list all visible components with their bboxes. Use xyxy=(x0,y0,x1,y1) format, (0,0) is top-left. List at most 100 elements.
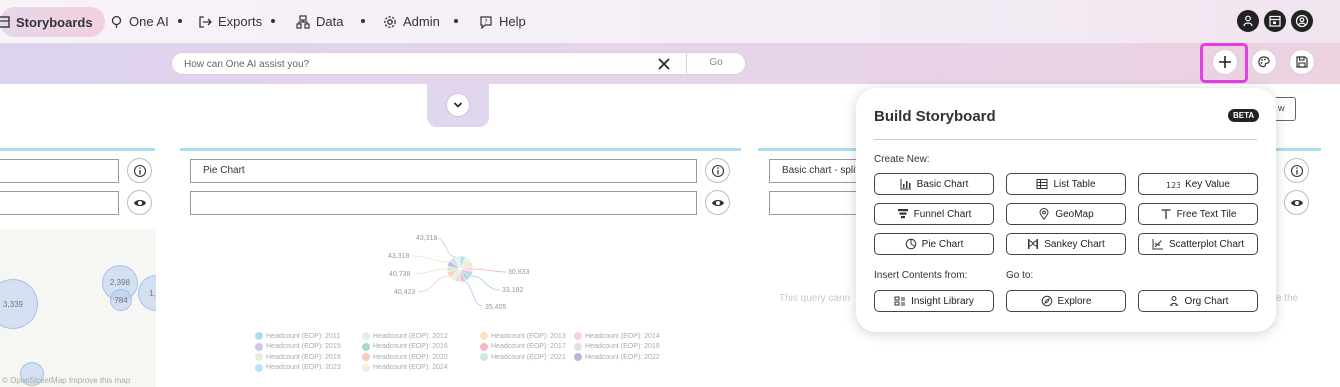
tile-visibility-button[interactable] xyxy=(127,190,152,215)
pie-chart[interactable]: 43,318 43,318 40,738 40,423 35,405 33,18… xyxy=(180,226,740,387)
legend-label: Headcount (EOP): 2016 xyxy=(373,343,448,350)
nav-one-ai-label: One AI xyxy=(129,14,169,29)
nav-one-ai[interactable]: One AI xyxy=(110,0,169,43)
eye-icon xyxy=(133,196,147,210)
legend-swatch xyxy=(574,342,582,351)
geomap[interactable]: 3,339 2,398 784 1, © OpenStreetMap Impro… xyxy=(0,229,156,387)
org-user-button[interactable] xyxy=(1237,10,1259,32)
close-icon[interactable] xyxy=(656,56,672,72)
legend-label: Headcount (EOP): 2015 xyxy=(266,343,341,350)
map-bubble[interactable]: 3,339 xyxy=(0,279,38,329)
tile-info-button[interactable] xyxy=(705,158,730,183)
legend-item[interactable]: Headcount (EOP): 2024 xyxy=(362,363,448,372)
pie-chart-graphic[interactable] xyxy=(180,226,740,326)
legend-label: Headcount (EOP): 2017 xyxy=(491,343,566,350)
tile-subtitle-field[interactable] xyxy=(0,191,119,215)
geomap-button[interactable]: GeoMap xyxy=(1006,203,1126,225)
pie-leader-line xyxy=(462,280,483,307)
legend-item[interactable]: Headcount (EOP): 2012 xyxy=(362,332,448,340)
legend-item[interactable]: Headcount (EOP): 2021 xyxy=(480,353,566,361)
tile-visibility-button[interactable] xyxy=(1284,190,1309,215)
nav-help[interactable]: ? Help xyxy=(479,0,526,43)
legend-swatch xyxy=(574,353,582,361)
tile-accent-bar xyxy=(0,148,155,151)
pie-chart-label: Pie Chart xyxy=(921,238,964,250)
user-profile-button[interactable] xyxy=(1291,10,1313,32)
tile-subtitle-field[interactable] xyxy=(190,191,697,215)
nav-admin[interactable]: Admin xyxy=(383,0,440,43)
one-ai-search-input[interactable] xyxy=(184,56,654,72)
map-bubble[interactable]: 1, xyxy=(138,275,156,311)
funnel-chart-button[interactable]: Funnel Chart xyxy=(874,203,994,225)
sankey-chart-label: Sankey Chart xyxy=(1044,238,1105,250)
nav-exports-label: Exports xyxy=(218,14,263,29)
tile-title-field[interactable]: Pie Chart xyxy=(190,159,697,183)
calendar-button[interactable] xyxy=(1264,10,1286,32)
legend-swatch xyxy=(255,332,263,340)
free-text-tile-button[interactable]: Free Text Tile xyxy=(1138,203,1258,225)
text-icon xyxy=(1160,208,1172,220)
nav-help-label: Help xyxy=(499,14,526,29)
view-button[interactable]: w xyxy=(1276,97,1296,121)
legend-item[interactable]: Headcount (EOP): 2011 xyxy=(255,332,340,340)
legend-item[interactable]: Headcount (EOP): 2019 xyxy=(255,353,341,361)
scatterplot-chart-label: Scatterplot Chart xyxy=(1168,238,1245,250)
nav-exports[interactable]: Exports xyxy=(198,0,262,43)
legend-item[interactable]: Headcount (EOP): 2014 xyxy=(574,332,660,340)
map-bubble-label: 3,339 xyxy=(2,299,24,309)
map-bubble[interactable]: 784 xyxy=(110,289,132,311)
insight-library-button[interactable]: Insight Library xyxy=(874,290,994,312)
theme-button[interactable] xyxy=(1251,49,1277,75)
legend-item[interactable]: Headcount (EOP): 2017 xyxy=(480,342,566,351)
scatterplot-chart-button[interactable]: Scatterplot Chart xyxy=(1138,233,1258,255)
legend-item[interactable]: Headcount (EOP): 2022 xyxy=(574,353,660,361)
nav-data[interactable]: Data xyxy=(296,0,343,43)
pie-chart-button[interactable]: Pie Chart xyxy=(874,233,994,255)
eye-icon xyxy=(1290,196,1304,210)
key-value-button[interactable]: 123 Key Value xyxy=(1138,173,1258,195)
query-message-continued: e the xyxy=(1276,293,1299,304)
pie-leader-line xyxy=(411,255,451,263)
basic-chart-label: Basic Chart xyxy=(916,178,969,190)
list-table-button[interactable]: List Table xyxy=(1006,173,1126,195)
nav-storyboards[interactable]: Storyboards xyxy=(0,7,105,37)
info-icon xyxy=(711,164,725,178)
save-button[interactable] xyxy=(1289,49,1315,75)
collapse-toggle-button[interactable] xyxy=(446,93,470,117)
tile-info-button[interactable] xyxy=(127,158,152,183)
pie-chart-icon xyxy=(905,238,917,250)
key-value-icon: 123 xyxy=(1166,178,1180,190)
map-bubble-label: 1, xyxy=(149,288,156,298)
tile-visibility-button[interactable] xyxy=(705,190,730,215)
pie-data-label: 43,318 xyxy=(416,235,438,242)
explore-label: Explore xyxy=(1057,295,1092,307)
legend-item[interactable]: Headcount (EOP): 2023 xyxy=(255,363,341,372)
nav-data-label: Data xyxy=(316,14,344,29)
free-text-tile-label: Free Text Tile xyxy=(1176,208,1237,220)
pie-data-label: 35,405 xyxy=(485,304,507,311)
explore-button[interactable]: Explore xyxy=(1006,290,1126,312)
legend-item[interactable]: Headcount (EOP): 2016 xyxy=(362,342,448,351)
pie-data-label: 40,423 xyxy=(394,289,416,296)
compass-icon xyxy=(1041,295,1053,307)
legend-label: Headcount (EOP): 2018 xyxy=(585,343,660,350)
legend-item[interactable]: Headcount (EOP): 2020 xyxy=(362,353,448,361)
legend-item[interactable]: Headcount (EOP): 2018 xyxy=(574,342,660,351)
sankey-chart-button[interactable]: Sankey Chart xyxy=(1006,233,1126,255)
org-chart-button[interactable]: Org Chart xyxy=(1138,290,1258,312)
nav-separator xyxy=(178,19,182,23)
basic-chart-button[interactable]: Basic Chart xyxy=(874,173,994,195)
tile-accent-bar xyxy=(180,148,741,151)
legend-item[interactable]: Headcount (EOP): 2015 xyxy=(255,342,341,351)
go-to-label: Go to: xyxy=(1006,270,1034,281)
export-icon xyxy=(198,15,212,29)
tile-title-field[interactable] xyxy=(0,159,119,183)
search-divider xyxy=(686,53,687,74)
pie-leader-line xyxy=(417,275,451,293)
go-button[interactable]: Go xyxy=(698,57,734,71)
map-attribution[interactable]: © OpenStreetMap Improve this map xyxy=(2,376,130,385)
legend-item[interactable]: Headcount (EOP): 2013 xyxy=(480,332,566,340)
insight-library-label: Insight Library xyxy=(911,295,974,307)
tile-info-button[interactable] xyxy=(1284,158,1309,183)
nav-separator xyxy=(271,19,275,23)
